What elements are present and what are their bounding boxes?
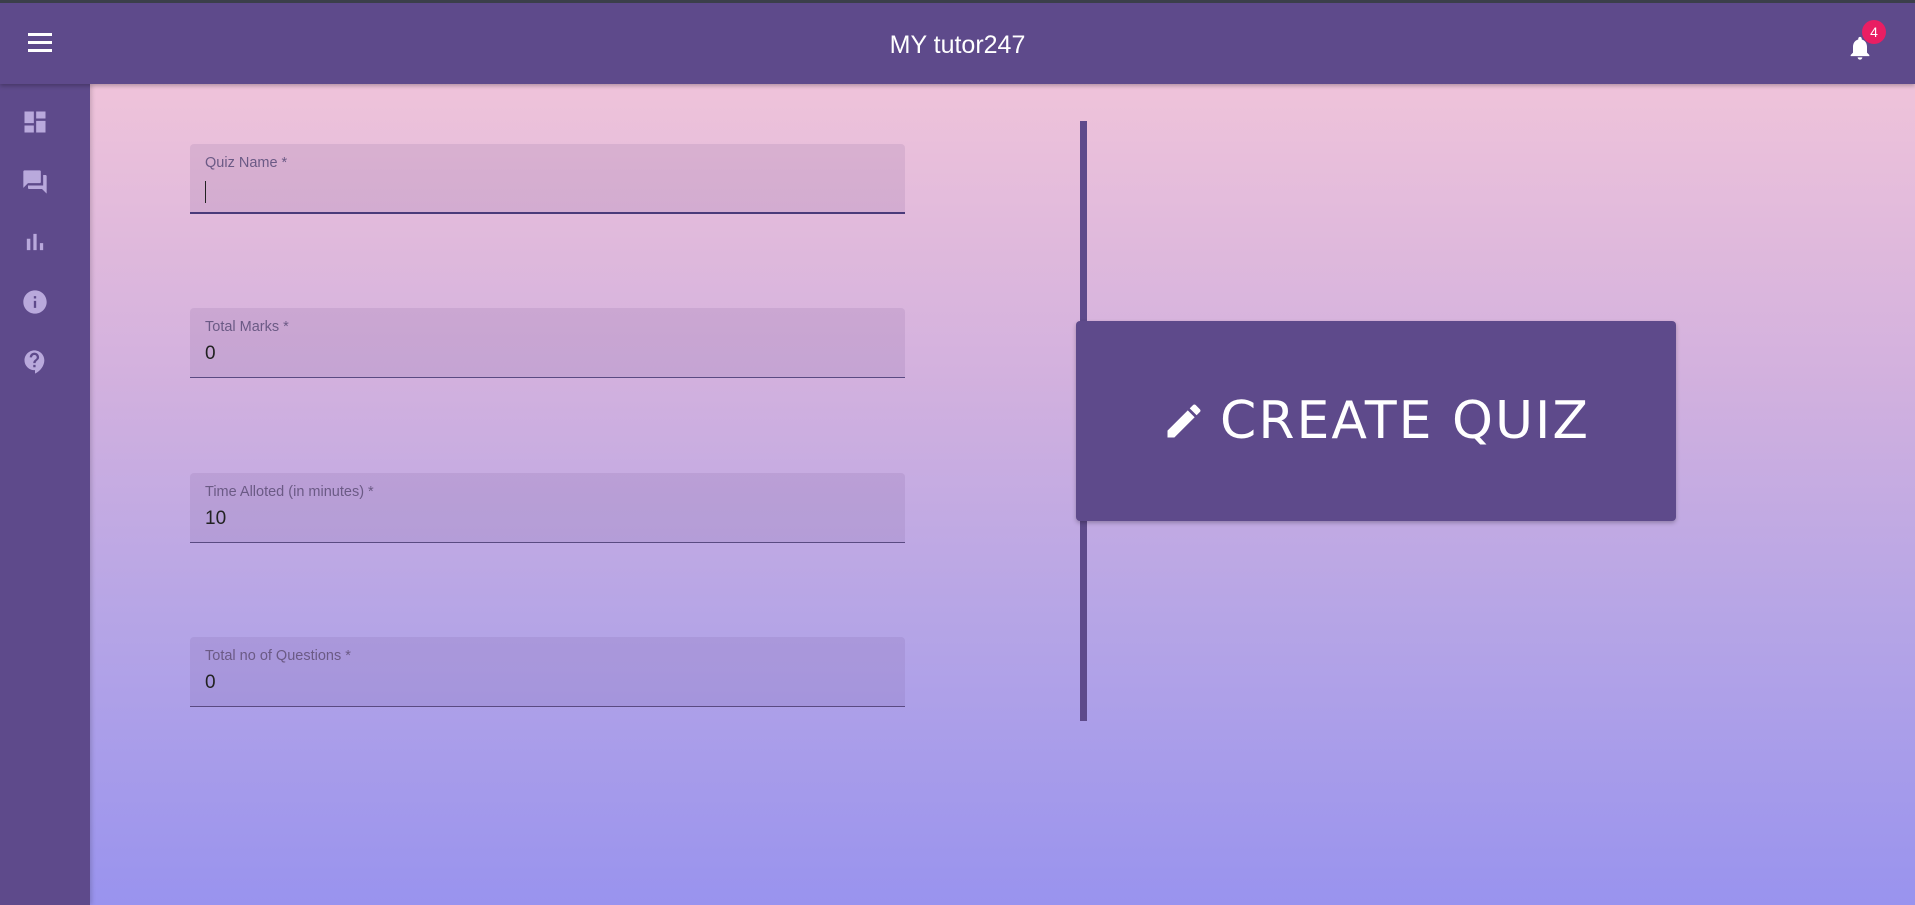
total-questions-field[interactable]: Total no of Questions *: [190, 637, 905, 707]
total-marks-label: Total Marks *: [205, 319, 289, 335]
quiz-name-field[interactable]: Quiz Name *: [190, 144, 905, 214]
create-quiz-button[interactable]: CREATE QUIZ: [1076, 321, 1676, 521]
help-icon[interactable]: [21, 348, 49, 376]
dashboard-icon[interactable]: [21, 108, 49, 136]
top-app-bar: MY tutor247 4: [0, 0, 1915, 84]
sidebar: [0, 84, 90, 905]
info-icon[interactable]: [21, 288, 49, 316]
time-alloted-field[interactable]: Time Alloted (in minutes) *: [190, 473, 905, 543]
forum-icon[interactable]: [21, 168, 49, 196]
quiz-name-label: Quiz Name *: [205, 155, 288, 171]
total-marks-field[interactable]: Total Marks *: [190, 308, 905, 378]
bar-chart-icon[interactable]: [21, 228, 49, 256]
notification-badge: 4: [1862, 20, 1886, 44]
main-content: Quiz Name * Total Marks * Time Alloted (…: [90, 84, 1915, 905]
pencil-icon: [1167, 404, 1201, 438]
quiz-name-input[interactable]: [205, 177, 885, 203]
total-questions-label: Total no of Questions *: [205, 648, 351, 664]
time-alloted-label: Time Alloted (in minutes) *: [205, 484, 374, 500]
total-marks-input[interactable]: [205, 341, 885, 367]
time-alloted-input[interactable]: [205, 506, 885, 532]
total-questions-input[interactable]: [205, 670, 885, 696]
create-quiz-label: CREATE QUIZ: [1220, 391, 1590, 451]
app-title: MY tutor247: [889, 31, 1026, 59]
